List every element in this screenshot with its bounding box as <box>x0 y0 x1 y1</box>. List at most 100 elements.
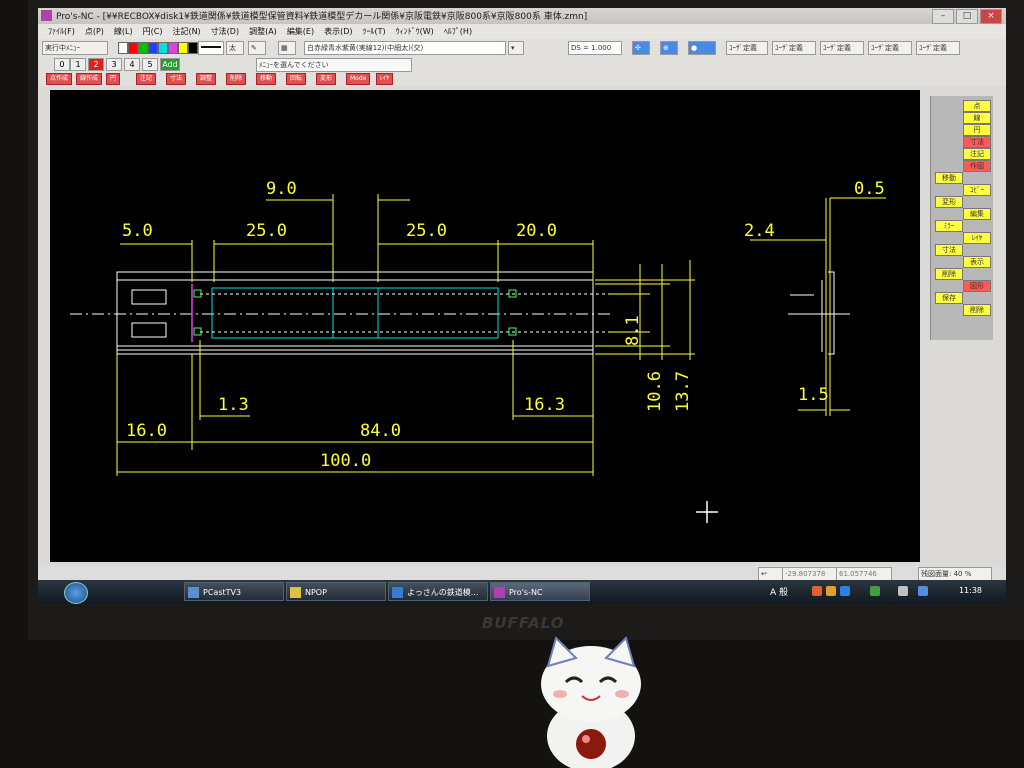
command-tab[interactable]: 寸法 <box>166 73 187 85</box>
tray-icon-1[interactable] <box>812 586 822 596</box>
side-panel-button[interactable]: 円 <box>963 124 991 136</box>
user-button-5[interactable]: ﾕｰｻﾞ定義 <box>916 41 960 55</box>
cad-drawing[interactable]: 5.0 25.0 9.0 25.0 20.0 0.5 2.4 8.1 10.6 … <box>50 90 920 562</box>
menu-dimension[interactable]: 寸法(D) <box>207 24 243 39</box>
color-swatch[interactable] <box>138 42 148 54</box>
color-swatch[interactable] <box>148 42 158 54</box>
crosshair-cursor-icon <box>696 501 718 523</box>
user-button-3[interactable]: ﾕｰｻﾞ定義 <box>820 41 864 55</box>
window-controls: – □ × <box>932 9 1002 24</box>
side-panel-button[interactable]: 保存 <box>935 292 963 304</box>
start-button[interactable] <box>64 582 88 604</box>
grid-icon[interactable]: ▦ <box>278 41 296 55</box>
tray-icon-3[interactable] <box>840 586 850 596</box>
side-panel-button[interactable]: 削除 <box>963 304 991 316</box>
layer-2-button[interactable]: 2 <box>88 58 104 71</box>
color-swatch[interactable] <box>158 42 168 54</box>
layer-4-button[interactable]: 4 <box>124 58 140 71</box>
menu-window[interactable]: ｳｨﾝﾄﾞｳ(W) <box>392 24 438 39</box>
tray-icon-4[interactable] <box>870 586 880 596</box>
menu-line[interactable]: 線(L) <box>110 24 137 39</box>
side-panel-button[interactable]: 寸法 <box>935 244 963 256</box>
side-panel-button[interactable]: 寸法 <box>963 136 991 148</box>
command-tab[interactable]: 調整 <box>196 73 217 85</box>
line-style-button[interactable] <box>198 41 224 55</box>
command-tab[interactable]: 円 <box>106 73 121 85</box>
command-tab[interactable]: 注記 <box>136 73 157 85</box>
menu-edit[interactable]: 編集(E) <box>283 24 318 39</box>
user-button-1[interactable]: ﾕｰｻﾞ定義 <box>726 41 768 55</box>
ortho-icon[interactable]: ⊕ <box>660 41 678 55</box>
zoom-status: 残図面量: 40 % <box>918 567 992 581</box>
maximize-button[interactable]: □ <box>956 9 978 24</box>
line-width-button[interactable]: 太 <box>226 41 244 55</box>
window-title: Pro's-NC - [¥¥RECBOX¥disk1¥鉄道関係¥鉄道模型保管資料… <box>56 12 588 22</box>
menu-view[interactable]: 表示(D) <box>320 24 356 39</box>
side-panel-button[interactable]: ｺﾋﾟｰ <box>963 184 991 196</box>
task-pcasttv[interactable]: PCastTV3 <box>184 582 284 601</box>
toggle-button[interactable]: ● <box>688 41 716 55</box>
style-field[interactable]: 白赤緑青水紫黄(実線12)(中細太)(交) <box>304 41 506 55</box>
side-panel-button[interactable]: 作図 <box>963 160 991 172</box>
ime-indicator[interactable]: A 般 <box>770 585 788 598</box>
side-panel-button[interactable]: ﾚｲﾔ <box>963 232 991 244</box>
drawing-canvas[interactable]: 5.0 25.0 9.0 25.0 20.0 0.5 2.4 8.1 10.6 … <box>50 90 920 562</box>
menu-tools[interactable]: ﾂｰﾙ(T) <box>359 24 390 39</box>
menu-help[interactable]: ﾍﾙﾌﾟ(H) <box>440 24 476 39</box>
snap-icon[interactable]: ✣ <box>632 41 650 55</box>
scale-field[interactable]: DS = 1.000 <box>568 41 622 55</box>
command-tab[interactable]: 移動 <box>256 73 277 85</box>
network-icon[interactable] <box>918 586 928 596</box>
user-button-2[interactable]: ﾕｰｻﾞ定義 <box>772 41 816 55</box>
mode-field[interactable]: 実行中ﾒﾆｭｰ <box>42 41 108 55</box>
tray-icon-2[interactable] <box>826 586 836 596</box>
dropdown-icon[interactable]: ▾ <box>508 41 524 55</box>
color-swatch[interactable] <box>178 42 188 54</box>
pcasttv-icon <box>188 587 199 598</box>
layer-0-button[interactable]: 0 <box>54 58 70 71</box>
command-tab[interactable]: 回転 <box>286 73 307 85</box>
menu-adjust[interactable]: 調整(A) <box>245 24 281 39</box>
menu-point[interactable]: 点(P) <box>81 24 108 39</box>
minimize-button[interactable]: – <box>932 9 954 24</box>
command-tab[interactable]: ﾚｲﾔ <box>376 73 394 85</box>
side-panel-button[interactable]: 線 <box>963 112 991 124</box>
command-tab[interactable]: Mode <box>346 73 371 85</box>
side-panel-button[interactable]: 図形 <box>963 280 991 292</box>
layer-3-button[interactable]: 3 <box>106 58 122 71</box>
side-panel-button[interactable]: 表示 <box>963 256 991 268</box>
menu-file[interactable]: ﾌｧｲﾙ(F) <box>44 24 79 39</box>
command-tab[interactable]: 変形 <box>316 73 337 85</box>
side-panel-button[interactable]: 点 <box>963 100 991 112</box>
task-npop[interactable]: NPOP <box>286 582 386 601</box>
color-swatch[interactable] <box>128 42 138 54</box>
side-panel-button[interactable]: ﾐﾗｰ <box>935 220 963 232</box>
layer-5-button[interactable]: 5 <box>142 58 158 71</box>
color-swatch[interactable] <box>168 42 178 54</box>
side-panel-button[interactable]: 変形 <box>935 196 963 208</box>
window-slot-1 <box>131 289 167 305</box>
task-prosnc[interactable]: Pro's-NC <box>490 582 590 601</box>
command-tab[interactable]: 点作成 <box>46 73 73 85</box>
command-tab[interactable]: 削除 <box>226 73 247 85</box>
title-bar[interactable]: Pro's-NC - [¥¥RECBOX¥disk1¥鉄道関係¥鉄道模型保管資料… <box>38 8 1006 24</box>
color-swatch[interactable] <box>188 42 198 54</box>
side-panel-button[interactable]: 移動 <box>935 172 963 184</box>
layer-add-button[interactable]: Add <box>160 58 180 71</box>
task-browser[interactable]: よっさんの鉄道模... <box>388 582 488 601</box>
side-panel-button[interactable]: 削除 <box>935 268 963 280</box>
command-tab[interactable]: 線作成 <box>76 73 103 85</box>
close-button[interactable]: × <box>980 9 1002 24</box>
side-panel-button[interactable]: 注記 <box>963 148 991 160</box>
pen-icon[interactable]: ✎ <box>248 41 266 55</box>
menu-circle[interactable]: 円(C) <box>139 24 167 39</box>
layer-1-button[interactable]: 1 <box>70 58 86 71</box>
main-toolbar: 実行中ﾒﾆｭｰ 太 ✎ ▦ 白赤緑青水紫黄(実線12)(中細太)(交) ▾ DS… <box>38 39 1006 57</box>
dim-5-0: 5.0 <box>122 221 153 241</box>
user-button-4[interactable]: ﾕｰｻﾞ定義 <box>868 41 912 55</box>
side-panel-button[interactable]: 編集 <box>963 208 991 220</box>
menu-note[interactable]: 注記(N) <box>168 24 204 39</box>
color-swatch[interactable] <box>118 42 128 54</box>
undo-icon[interactable]: ↩ <box>758 567 784 581</box>
volume-icon[interactable] <box>898 586 908 596</box>
